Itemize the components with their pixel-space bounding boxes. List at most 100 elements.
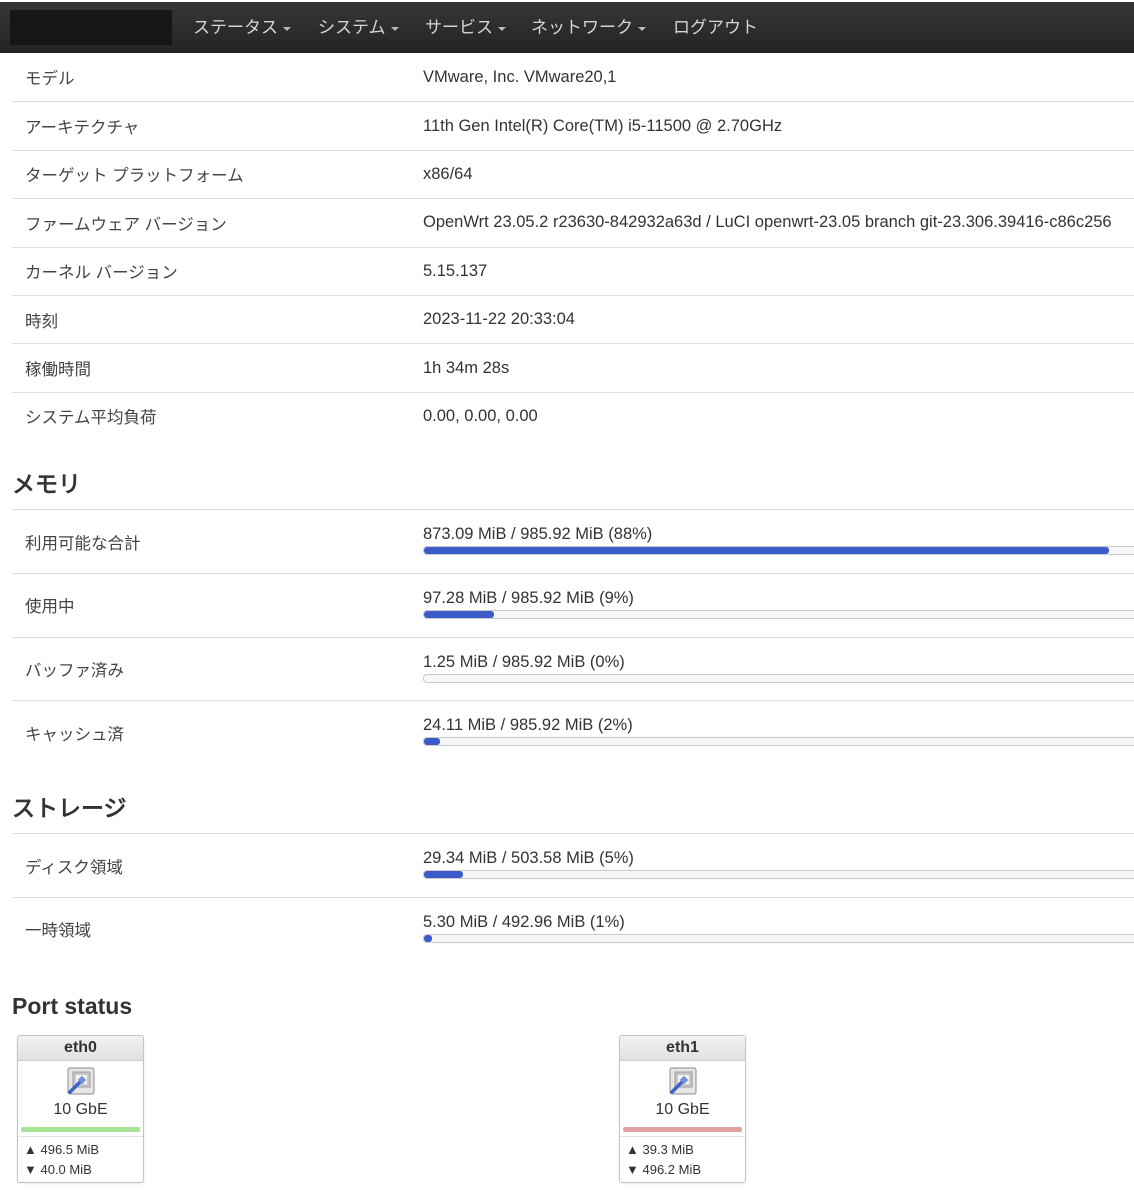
meter-value: 873.09 MiB / 985.92 MiB (88%) [423, 525, 653, 544]
progress-bar [423, 737, 1134, 747]
info-value: VMware, Inc. VMware20,1 [423, 67, 617, 86]
system-info-table: モデル VMware, Inc. VMware20,1 アーキテクチャ 11th… [12, 53, 1134, 440]
chevron-down-icon [390, 26, 399, 31]
meter-value: 24.11 MiB / 985.92 MiB (2%) [423, 716, 633, 735]
meter-row: 一時領域 5.30 MiB / 492.96 MiB (1%) [12, 896, 1134, 961]
port-zone-bar [623, 1126, 742, 1132]
meter-value: 5.30 MiB / 492.96 MiB (1%) [423, 912, 625, 931]
meter-value: 29.34 MiB / 503.58 MiB (5%) [423, 849, 634, 868]
nav-menu-label[interactable]: サービス [425, 18, 493, 37]
meter-row: 利用可能な合計 873.09 MiB / 985.92 MiB (88%) [12, 509, 1134, 573]
meter-label: ディスク領域 [25, 858, 123, 877]
info-label: 稼働時間 [25, 361, 91, 380]
section-title-memory: メモリ [12, 471, 81, 498]
meter-row: キャッシュ済 24.11 MiB / 985.92 MiB (2%) [12, 700, 1134, 764]
meter-row: ディスク領域 29.34 MiB / 503.58 MiB (5%) [12, 833, 1134, 897]
meter-value: 97.28 MiB / 985.92 MiB (9%) [423, 588, 634, 607]
port-tx: ▲ 496.5 MiB [24, 1141, 100, 1157]
nav-menu-label[interactable]: ログアウト [673, 18, 758, 37]
info-value: OpenWrt 23.05.2 r23630-842932a63d / LuCI… [423, 213, 1112, 232]
meter-label: キャッシュ済 [25, 725, 124, 744]
info-label: ターゲット プラットフォーム [25, 167, 244, 186]
info-label: カーネル バージョン [25, 264, 178, 283]
info-row: システム平均負荷 0.00, 0.00, 0.00 [12, 391, 1134, 440]
ethernet-port-icon [669, 1067, 696, 1095]
info-value: 1h 34m 28s [423, 358, 510, 377]
info-value: 5.15.137 [423, 261, 488, 280]
main-menu: ステータス システム サービス ネットワーク ログアウト [180, 2, 770, 53]
info-row: カーネル バージョン 5.15.137 [12, 246, 1134, 295]
progress-fill [424, 547, 1109, 555]
nav-menu-label[interactable]: ステータス [193, 18, 278, 37]
progress-bar [423, 673, 1134, 683]
nav-menu-logout[interactable]: ログアウト [660, 2, 770, 53]
nav-menu-status[interactable]: ステータス [180, 2, 305, 53]
meter-row: バッファ済み 1.25 MiB / 985.92 MiB (0%) [12, 636, 1134, 701]
meter-cell: 24.11 MiB / 985.92 MiB (2%) [423, 701, 1134, 764]
nav-menu-label[interactable]: ネットワーク [531, 18, 633, 37]
port-zone-bar [21, 1126, 140, 1132]
info-row: 稼働時間 1h 34m 28s [12, 343, 1134, 391]
section-title-port-status: Port status [12, 992, 133, 1019]
port-name: eth0 [18, 1035, 143, 1061]
storage-table: ディスク領域 29.34 MiB / 503.58 MiB (5%) 一時領域 … [12, 833, 1134, 961]
progress-fill [424, 871, 463, 879]
nav-menu-network[interactable]: ネットワーク [518, 2, 660, 53]
chevron-down-icon [283, 26, 291, 31]
meter-value: 1.25 MiB / 985.92 MiB (0%) [423, 652, 625, 671]
progress-bar [423, 546, 1134, 556]
progress-bar [423, 933, 1134, 943]
port-speed: 10 GbE [53, 1100, 108, 1118]
nav-menu-services[interactable]: サービス [412, 2, 518, 53]
progress-fill [424, 738, 440, 746]
info-value: x86/64 [423, 164, 473, 183]
port-tx: ▲ 39.3 MiB [626, 1141, 694, 1157]
meter-label: バッファ済み [25, 662, 124, 680]
info-value: 2023-11-22 20:33:04 [423, 310, 575, 329]
nav-menu-system[interactable]: システム [305, 2, 412, 53]
top-navbar: ステータス システム サービス ネットワーク ログアウト [0, 2, 1134, 53]
meter-cell: 873.09 MiB / 985.92 MiB (88%) [423, 510, 1134, 573]
info-row: モデル VMware, Inc. VMware20,1 [12, 53, 1134, 101]
meter-cell: 5.30 MiB / 492.96 MiB (1%) [423, 898, 1134, 961]
port-name: eth1 [620, 1035, 745, 1061]
info-label: システム平均負荷 [25, 409, 157, 428]
chevron-down-icon [638, 26, 646, 31]
port-rx: ▼ 40.0 MiB [24, 1161, 92, 1177]
meter-row: 使用中 97.28 MiB / 985.92 MiB (9%) [12, 572, 1134, 637]
progress-fill [424, 610, 495, 618]
meter-label: 利用可能な合計 [25, 534, 141, 553]
info-label: 時刻 [25, 312, 58, 331]
chevron-down-icon [498, 26, 506, 31]
port-stats: ▲ 39.3 MiB ▼ 496.2 MiB [620, 1135, 745, 1180]
brand-redacted[interactable] [10, 10, 172, 45]
port-stats: ▲ 496.5 MiB ▼ 40.0 MiB [18, 1135, 143, 1180]
meter-label: 一時領域 [25, 922, 91, 941]
port-list: eth0 10 GbE ▲ 496.5 MiB ▼ 40.0 MiB eth1 [12, 1034, 1134, 1183]
info-label: ファームウェア バージョン [25, 215, 227, 234]
info-value: 11th Gen Intel(R) Core(TM) i5-11500 @ 2.… [423, 116, 783, 135]
info-value: 0.00, 0.00, 0.00 [423, 406, 538, 425]
info-row: ターゲット プラットフォーム x86/64 [12, 149, 1134, 198]
meter-cell: 1.25 MiB / 985.92 MiB (0%) [423, 638, 1134, 701]
info-row: 時刻 2023-11-22 20:33:04 [12, 294, 1134, 343]
port-box-eth0: eth0 10 GbE ▲ 496.5 MiB ▼ 40.0 MiB [17, 1034, 144, 1183]
meter-label: 使用中 [25, 598, 75, 617]
memory-table: 利用可能な合計 873.09 MiB / 985.92 MiB (88%) 使用… [12, 509, 1134, 764]
port-box-eth1: eth1 10 GbE ▲ 39.3 MiB ▼ 496.2 MiB [619, 1034, 746, 1183]
meter-cell: 29.34 MiB / 503.58 MiB (5%) [423, 834, 1134, 897]
nav-menu-label[interactable]: システム [318, 18, 386, 37]
info-label: モデル [25, 70, 75, 89]
ethernet-port-icon [67, 1067, 94, 1095]
status-overview: モデル VMware, Inc. VMware20,1 アーキテクチャ 11th… [12, 53, 1134, 1183]
meter-cell: 97.28 MiB / 985.92 MiB (9%) [423, 574, 1134, 637]
info-label: アーキテクチャ [25, 119, 140, 138]
port-rx: ▼ 496.2 MiB [626, 1161, 702, 1177]
info-row: ファームウェア バージョン OpenWrt 23.05.2 r23630-842… [12, 198, 1134, 246]
progress-bar [423, 870, 1134, 880]
section-title-storage: ストレージ [12, 795, 127, 822]
port-speed: 10 GbE [655, 1100, 710, 1118]
progress-bar [423, 609, 1134, 619]
progress-fill [424, 934, 432, 942]
info-row: アーキテクチャ 11th Gen Intel(R) Core(TM) i5-11… [12, 101, 1134, 149]
